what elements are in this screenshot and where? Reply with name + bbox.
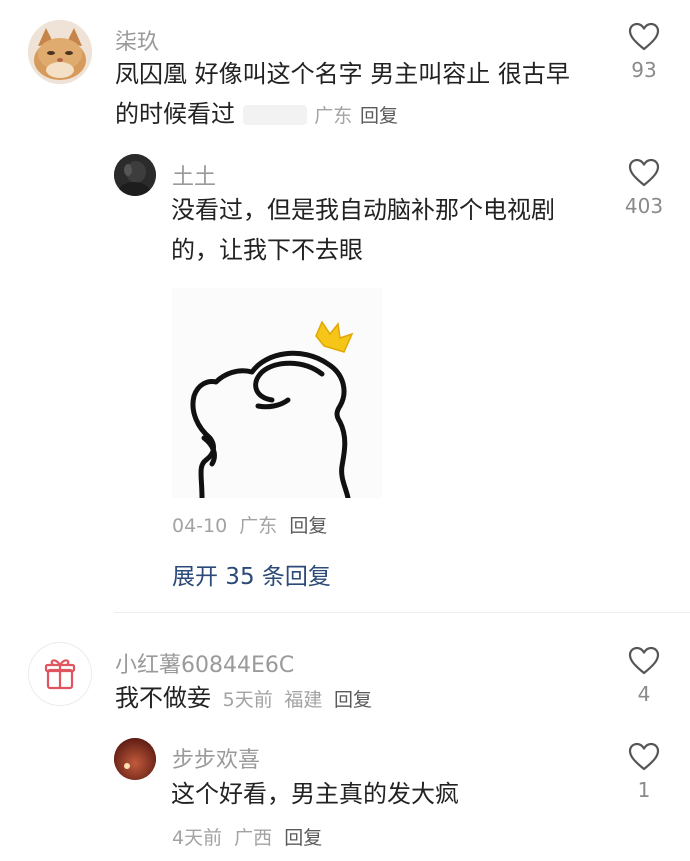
comment-text-row: 我不做妾 5天前 福建 回复 (115, 678, 595, 720)
expand-replies-button[interactable]: 展开 35 条回复 (172, 557, 331, 591)
comment-text-line2-text: 的时候看过 (115, 100, 235, 128)
like-count: 93 (631, 58, 657, 82)
comment-location: 福建 (284, 689, 323, 711)
divider (114, 612, 690, 613)
avatar-cat[interactable] (28, 20, 92, 84)
comment-location: 广东 (314, 105, 353, 127)
heart-outline-icon (628, 22, 660, 51)
avatar-reply[interactable] (114, 738, 156, 780)
reply-time: 4天前 (172, 827, 223, 849)
heart-outline-icon (628, 742, 660, 771)
comment-time: 5天前 (222, 689, 273, 711)
gift-icon (44, 659, 76, 690)
reply-meta: 04-10 广东 回复 (172, 511, 327, 538)
reply-button[interactable]: 回复 (289, 515, 327, 537)
like-count: 1 (637, 778, 651, 802)
like-count: 403 (624, 194, 664, 218)
like-button[interactable]: 1 (614, 742, 674, 802)
like-button[interactable]: 93 (614, 22, 674, 82)
comment-text-line1: 凤囚凰 好像叫这个名字 男主叫容止 很古早 (115, 60, 570, 88)
like-count: 4 (637, 682, 651, 706)
comment-text: 我不做妾 (115, 684, 211, 712)
sunset-avatar-image (114, 738, 156, 780)
reply-button[interactable]: 回复 (284, 827, 322, 849)
reply-location: 广东 (239, 515, 278, 537)
comment-text: 凤囚凰 好像叫这个名字 男主叫容止 很古早 的时候看过 广东 回复 (115, 54, 615, 136)
heart-outline-icon (628, 158, 660, 187)
reply-button[interactable]: 回复 (360, 105, 398, 127)
comment-text-line2: 的时候看过 广东 回复 (115, 94, 615, 136)
dark-avatar-image (114, 154, 156, 196)
avatar-gift[interactable] (28, 642, 92, 706)
reply-username[interactable]: 步步欢喜 (172, 742, 260, 774)
avatar-reply[interactable] (114, 154, 156, 196)
reply-text-line2: 的，让我下不去眼 (171, 236, 363, 264)
comment-username[interactable]: 柒玖 (115, 24, 159, 56)
doodle-sticker (172, 288, 382, 501)
reply-text: 这个好看，男主真的发大疯 (171, 780, 459, 808)
reply-date: 04-10 (172, 515, 228, 537)
reply-text: 没看过，但是我自动脑补那个电视剧 的，让我下不去眼 (171, 190, 611, 270)
reply-button[interactable]: 回复 (334, 689, 372, 711)
like-button[interactable]: 403 (614, 158, 674, 218)
reply-meta: 4天前 广西 回复 (172, 823, 322, 850)
sticker-image[interactable] (172, 288, 382, 501)
comment-username[interactable]: 小红薯60844E6C (115, 647, 294, 679)
heart-outline-icon (628, 646, 660, 675)
cat-avatar-image (28, 20, 92, 84)
reply-location: 广西 (234, 827, 273, 849)
like-button[interactable]: 4 (614, 646, 674, 706)
reply-text-line1: 没看过，但是我自动脑补那个电视剧 (171, 196, 555, 224)
reply-username[interactable]: 土土 (172, 159, 216, 191)
redacted-mark (242, 105, 307, 125)
